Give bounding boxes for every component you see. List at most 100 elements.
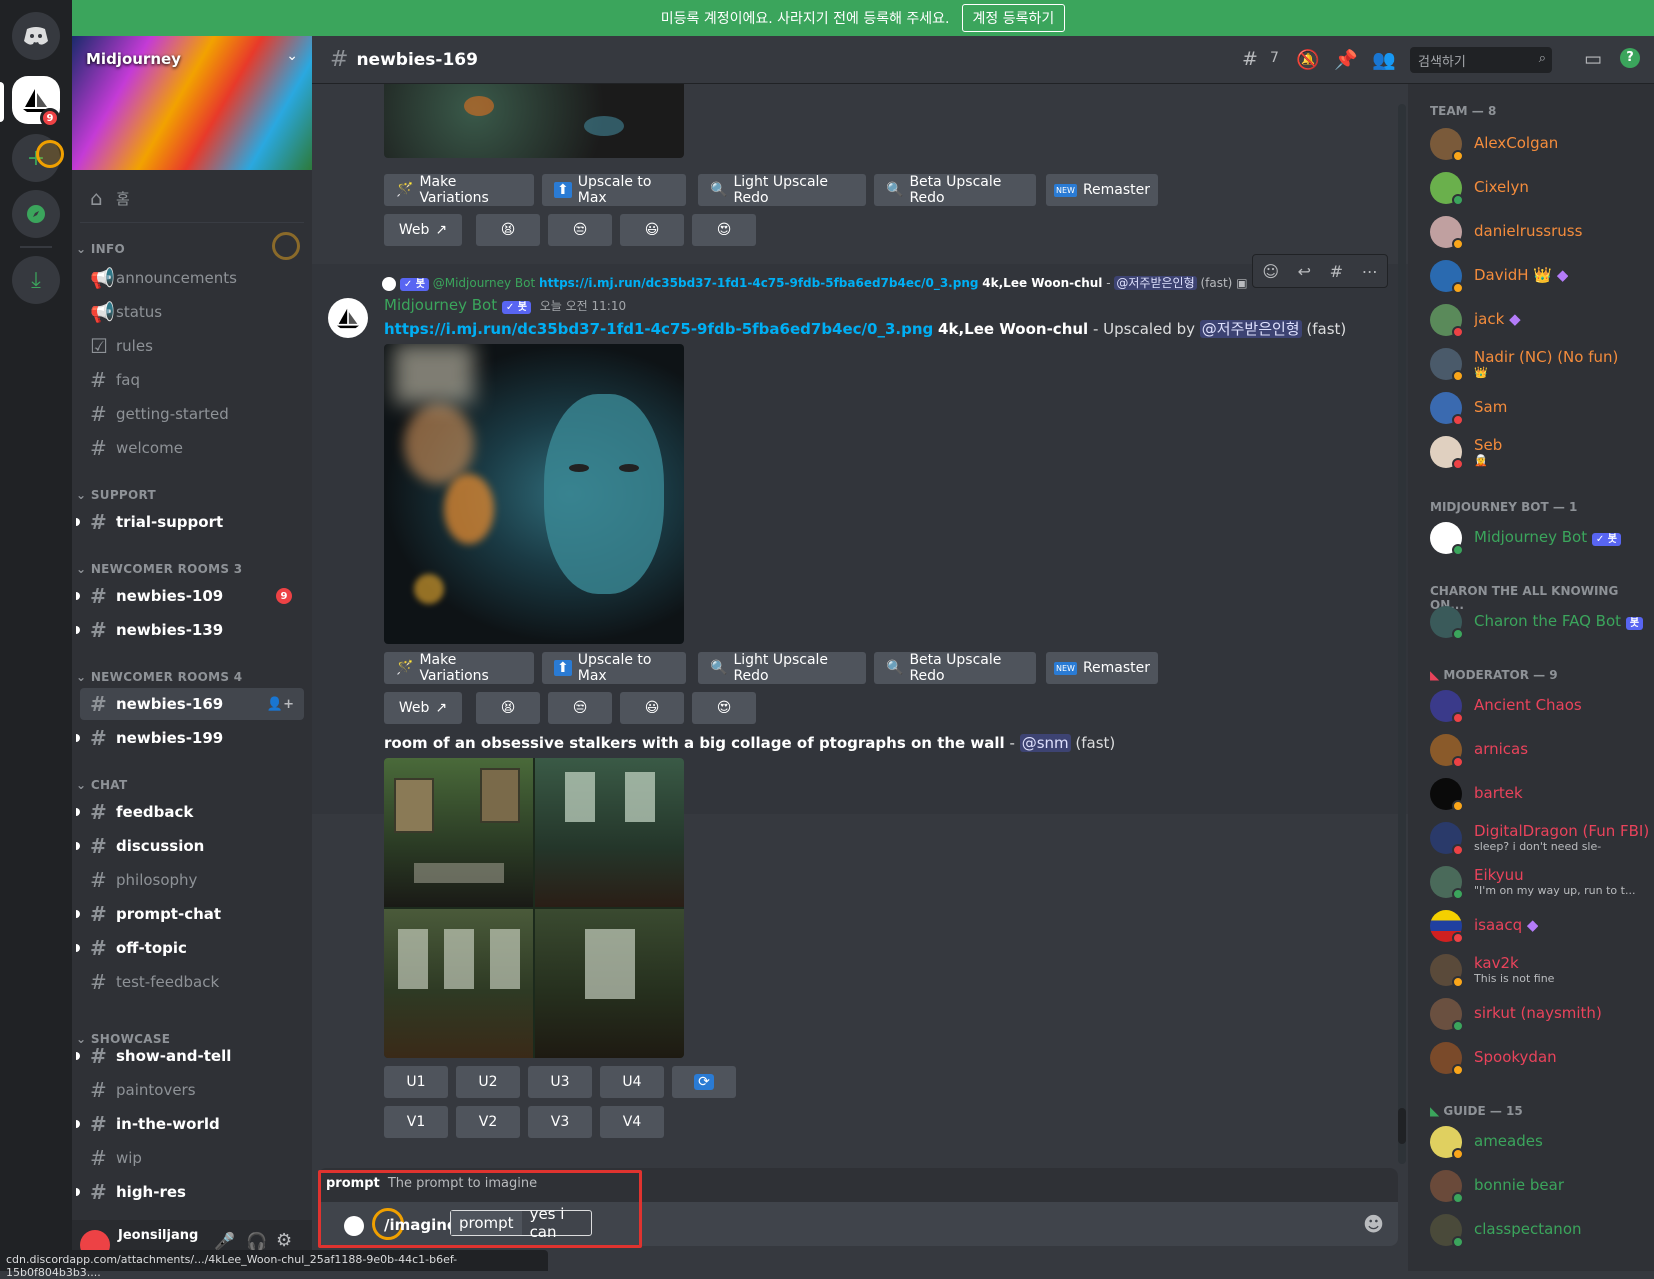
channel-faq[interactable]: # faq bbox=[80, 364, 304, 396]
reply-link[interactable]: https://i.mj.run/dc35bd37-1fd1-4c75-9fdb… bbox=[539, 276, 978, 290]
channel-prompt-chat[interactable]: # prompt-chat bbox=[76, 898, 304, 930]
member-item[interactable]: Cixelyn bbox=[1430, 168, 1650, 210]
previous-upscaled-image[interactable] bbox=[384, 84, 684, 158]
reply-preview[interactable]: ✓ 봇 @Midjourney Bot https://i.mj.run/dc3… bbox=[382, 274, 1282, 294]
bot-avatar[interactable] bbox=[328, 298, 368, 338]
channel-newbies-139[interactable]: # newbies-139 bbox=[76, 614, 304, 646]
member-item[interactable]: Ancient Chaos bbox=[1430, 686, 1650, 728]
emoji-picker-icon[interactable]: ☻ bbox=[1363, 1212, 1384, 1236]
reaction-heart-eyes-button[interactable]: 😍 bbox=[692, 214, 756, 246]
channel-trial-support[interactable]: # trial-support bbox=[76, 506, 304, 538]
reaction-unamused-button[interactable]: 😒 bbox=[548, 692, 612, 724]
channel-wip[interactable]: # wip bbox=[80, 1142, 304, 1174]
grid-image-4[interactable] bbox=[535, 909, 684, 1058]
channel-discussion[interactable]: # discussion bbox=[76, 830, 304, 862]
headphones-icon[interactable]: 🎧 bbox=[246, 1232, 267, 1252]
v1-button[interactable]: V1 bbox=[384, 1106, 448, 1138]
reply-mention[interactable]: @저주받은인형 bbox=[1114, 276, 1197, 290]
grid-image-3[interactable] bbox=[384, 909, 533, 1058]
scrollbar-thumb[interactable] bbox=[1398, 1108, 1406, 1144]
u1-button[interactable]: U1 bbox=[384, 1066, 448, 1098]
member-item[interactable]: DigitalDragon (Fun FBI) sleep? i don't ne… bbox=[1430, 818, 1650, 860]
mute-icon[interactable]: 🎤 bbox=[214, 1232, 235, 1252]
member-item[interactable]: Sam bbox=[1430, 388, 1650, 430]
download-apps-icon[interactable]: ⤓ bbox=[12, 256, 60, 304]
threads-icon[interactable]: # bbox=[1242, 48, 1258, 70]
web-link-button[interactable]: Web ↗ bbox=[384, 692, 462, 724]
light-upscale-redo-button[interactable]: 🔍 Light Upscale Redo bbox=[698, 652, 866, 684]
author-name[interactable]: Midjourney Bot bbox=[384, 296, 497, 314]
help-icon[interactable]: ? bbox=[1620, 48, 1640, 68]
channel-status[interactable]: 📢 status bbox=[80, 296, 304, 328]
image-link[interactable]: https://i.mj.run/dc35bd37-1fd1-4c75-9fdb… bbox=[384, 320, 933, 338]
channel-philosophy[interactable]: # philosophy bbox=[80, 864, 304, 896]
chevron-down-icon[interactable]: ⌄ bbox=[286, 48, 298, 64]
member-item[interactable]: danielrussruss bbox=[1430, 212, 1650, 254]
member-item[interactable]: Nadir (NC) (No fun) 👑 bbox=[1430, 344, 1650, 386]
upscale-to-max-button[interactable]: ⬆ Upscale to Max bbox=[542, 652, 686, 684]
u2-button[interactable]: U2 bbox=[456, 1066, 520, 1098]
server-banner[interactable]: Midjourney ⌄ bbox=[72, 36, 312, 170]
user-mention[interactable]: @저주받은인형 bbox=[1199, 320, 1302, 338]
member-item[interactable]: isaacq ◆ bbox=[1430, 906, 1650, 948]
member-item[interactable]: Spookydan bbox=[1430, 1038, 1650, 1080]
category-info[interactable]: ⌄ INFO bbox=[76, 242, 125, 256]
channel-high-res[interactable]: # high-res bbox=[76, 1176, 304, 1208]
member-item[interactable]: classpectanon bbox=[1430, 1210, 1650, 1252]
light-upscale-redo-button[interactable]: 🔍 Light Upscale Redo bbox=[698, 174, 866, 206]
channel-feedback[interactable]: # feedback bbox=[76, 796, 304, 828]
channel-newbies-109[interactable]: # newbies-109 9 bbox=[76, 580, 304, 612]
grid-image-1[interactable] bbox=[384, 758, 533, 907]
channel-show-and-tell[interactable]: # show-and-tell bbox=[76, 1040, 304, 1072]
category-newcomer-3[interactable]: ⌄ NEWCOMER ROOMS 3 bbox=[76, 562, 242, 576]
inbox-icon[interactable]: ▭ bbox=[1584, 48, 1602, 70]
beta-upscale-redo-button[interactable]: 🔍 Beta Upscale Redo bbox=[874, 652, 1036, 684]
upscaled-portrait-image[interactable] bbox=[384, 344, 684, 644]
member-item[interactable]: kav2k This is not fine bbox=[1430, 950, 1650, 992]
web-link-button[interactable]: Web ↗ bbox=[384, 214, 462, 246]
u4-button[interactable]: U4 bbox=[600, 1066, 664, 1098]
channel-test-feedback[interactable]: # test-feedback bbox=[80, 966, 304, 998]
member-item[interactable]: arnicas bbox=[1430, 730, 1650, 772]
image-grid[interactable] bbox=[384, 758, 684, 1058]
discord-home-icon[interactable] bbox=[12, 12, 60, 60]
member-item[interactable]: Eikyuu "I'm on my way up, run to t... bbox=[1430, 862, 1650, 904]
member-item[interactable]: ameades bbox=[1430, 1122, 1650, 1164]
channel-getting-started[interactable]: # getting-started bbox=[80, 398, 304, 430]
gear-icon[interactable]: ⚙ bbox=[276, 1230, 292, 1251]
search-input[interactable]: 검색하기 ⌕ bbox=[1410, 47, 1552, 73]
upscale-to-max-button[interactable]: ⬆ Upscale to Max bbox=[542, 174, 686, 206]
reaction-smile-button[interactable]: 😃 bbox=[620, 214, 684, 246]
member-item[interactable]: Seb 🧝 bbox=[1430, 432, 1650, 474]
u3-button[interactable]: U3 bbox=[528, 1066, 592, 1098]
member-item[interactable]: AlexColgan bbox=[1430, 124, 1650, 166]
reaction-heart-eyes-button[interactable]: 😍 bbox=[692, 692, 756, 724]
explore-servers-icon[interactable] bbox=[12, 190, 60, 238]
reaction-tired-button[interactable]: 😫 bbox=[476, 214, 540, 246]
member-item[interactable]: DavidH 👑 ◆ bbox=[1430, 256, 1650, 298]
create-thread-icon[interactable]: # bbox=[1330, 262, 1343, 281]
grid-image-2[interactable] bbox=[535, 758, 684, 907]
member-item[interactable]: bonnie bear bbox=[1430, 1166, 1650, 1208]
v3-button[interactable]: V3 bbox=[528, 1106, 592, 1138]
reply-icon[interactable]: ↩ bbox=[1298, 262, 1311, 281]
register-account-button[interactable]: 계정 등록하기 bbox=[961, 4, 1066, 32]
make-variations-button[interactable]: 🪄 Make Variations bbox=[384, 652, 534, 684]
channel-rules[interactable]: ☑ rules bbox=[80, 330, 304, 362]
channel-paintovers[interactable]: # paintovers bbox=[80, 1074, 304, 1106]
remaster-button[interactable]: NEW Remaster bbox=[1046, 174, 1158, 206]
member-item[interactable]: Midjourney Bot ✓ 봇 bbox=[1430, 518, 1650, 560]
member-item[interactable]: Charon the FAQ Bot 봇 bbox=[1430, 602, 1650, 644]
bell-muted-icon[interactable]: 🔕 bbox=[1296, 48, 1320, 71]
v2-button[interactable]: V2 bbox=[456, 1106, 520, 1138]
member-list-icon[interactable]: 👥 bbox=[1372, 48, 1396, 71]
remaster-button[interactable]: NEW Remaster bbox=[1046, 652, 1158, 684]
beta-upscale-redo-button[interactable]: 🔍 Beta Upscale Redo bbox=[874, 174, 1036, 206]
channel-in-the-world[interactable]: # in-the-world bbox=[76, 1108, 304, 1140]
member-item[interactable]: jack ◆ bbox=[1430, 300, 1650, 342]
channel-newbies-199[interactable]: # newbies-199 bbox=[76, 722, 304, 754]
member-item[interactable]: bartek bbox=[1430, 774, 1650, 816]
category-newcomer-4[interactable]: ⌄ NEWCOMER ROOMS 4 bbox=[76, 670, 242, 684]
user-mention[interactable]: @snm bbox=[1019, 734, 1071, 752]
category-support[interactable]: ⌄ SUPPORT bbox=[76, 488, 156, 502]
